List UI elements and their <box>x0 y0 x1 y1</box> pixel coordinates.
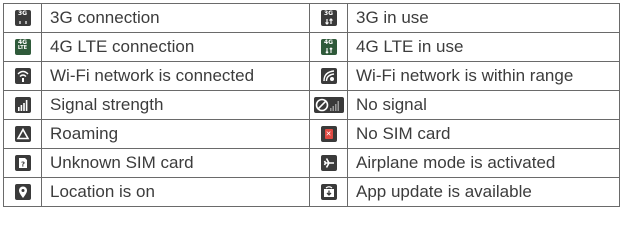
4g-lte-connection-icon: 4G LTE <box>14 38 31 55</box>
airplane-mode-label: Airplane mode is activated <box>347 148 620 178</box>
table-row: Signal strength No signal <box>3 90 620 120</box>
signal-strength-icon <box>14 96 31 113</box>
3g-connection-icon: 3G <box>14 9 31 26</box>
location-label: Location is on <box>41 177 310 207</box>
4g-lte-in-use-label: 4G LTE in use <box>347 32 620 62</box>
no-signal-label: No signal <box>347 90 620 120</box>
wifi-connected-icon <box>14 67 31 84</box>
roaming-label: Roaming <box>41 119 310 149</box>
4g-lte-in-use-icon: 4G <box>320 38 337 55</box>
svg-text:?: ? <box>20 160 24 168</box>
status-icon-legend-table: 3G 3G connection 3G 3G in use 4G LTE 4G … <box>3 3 620 207</box>
signal-strength-label: Signal strength <box>41 90 310 120</box>
airplane-mode-icon <box>320 154 337 171</box>
location-icon <box>14 183 31 200</box>
app-update-label: App update is available <box>347 177 620 207</box>
table-row: Roaming No SIM card <box>3 119 620 149</box>
roaming-icon <box>14 125 31 142</box>
3g-connection-label: 3G connection <box>41 3 310 33</box>
wifi-connected-label: Wi-Fi network is connected <box>41 61 310 91</box>
unknown-sim-card-icon: ? <box>14 154 31 171</box>
no-sim-card-label: No SIM card <box>347 119 620 149</box>
table-row: 4G LTE 4G LTE connection 4G 4G LTE in us… <box>3 32 620 62</box>
3g-in-use-icon: 3G <box>320 9 337 26</box>
no-sim-card-icon <box>320 125 337 142</box>
table-row: 3G 3G connection 3G 3G in use <box>3 3 620 33</box>
table-row: ? Unknown SIM card Airplane mode is acti… <box>3 148 620 178</box>
app-update-icon <box>320 183 337 200</box>
3g-in-use-label: 3G in use <box>347 3 620 33</box>
unknown-sim-card-label: Unknown SIM card <box>41 148 310 178</box>
4g-lte-connection-label: 4G LTE connection <box>41 32 310 62</box>
wifi-in-range-icon <box>320 67 337 84</box>
no-signal-icon <box>313 96 344 113</box>
wifi-in-range-label: Wi-Fi network is within range <box>347 61 620 91</box>
table-row: Location is on App update is available <box>3 177 620 207</box>
table-row: Wi-Fi network is connected Wi-Fi network… <box>3 61 620 91</box>
